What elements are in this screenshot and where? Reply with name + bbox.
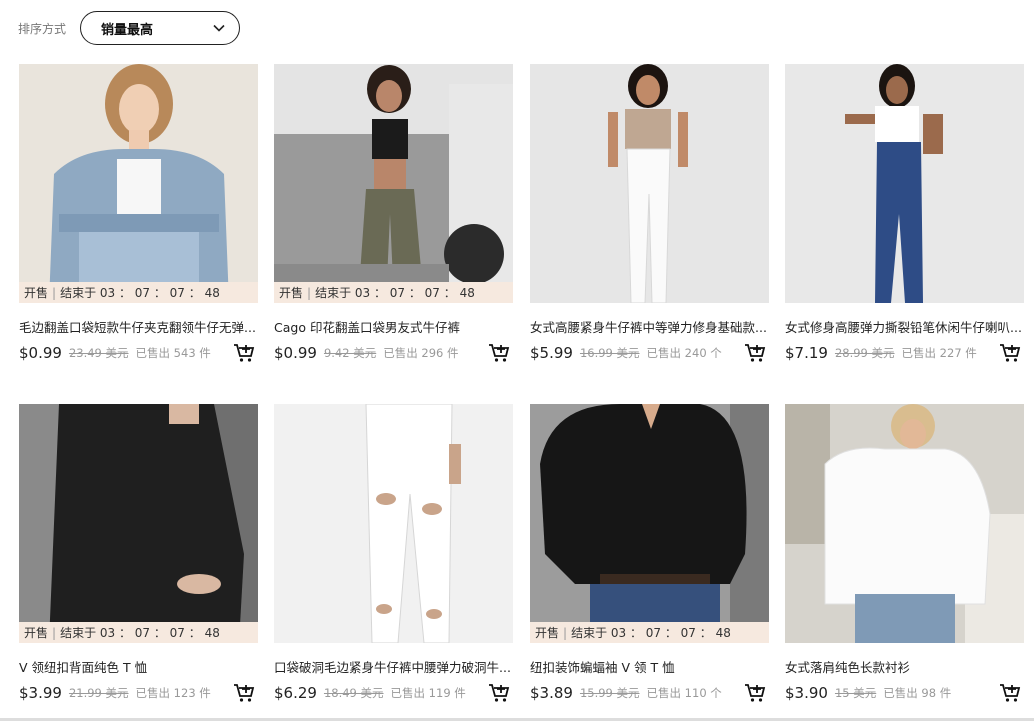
sort-value: 销量最高 <box>101 22 154 38</box>
sold-count: 已售出 296 件 <box>383 346 459 360</box>
product-card[interactable]: 女式修身高腰弹力撕裂铅笔休闲牛仔喇叭... $7.19 28.99 美元 已售出… <box>785 64 1024 364</box>
sold-count: 已售出 110 个 <box>646 686 722 700</box>
sale-price: $3.99 <box>19 684 62 702</box>
product-title[interactable]: 毛边翻盖口袋短款牛仔夹克翻领牛仔无弹... <box>19 317 258 336</box>
product-image-cargo-jeans[interactable]: 开售 | 结束于 03 ： 07 ： 07 ： 48 <box>274 64 513 303</box>
original-price: 23.49 美元 <box>68 346 129 360</box>
sort-bar: 排序方式 销量最高 <box>18 10 241 46</box>
product-card[interactable]: 开售 | 结束于 03 ： 07 ： 07 ： 48 V 领纽扣背面纯色 T 恤… <box>19 404 258 704</box>
product-title[interactable]: 女式高腰紧身牛仔裤中等弹力修身基础款... <box>530 317 769 336</box>
product-card[interactable]: 开售 | 结束于 03 ： 07 ： 07 ： 48 毛边翻盖口袋短款牛仔夹克翻… <box>19 64 258 364</box>
sale-price: $0.99 <box>274 344 317 362</box>
flash-sale-timer: 开售 | 结束于 03 ： 07 ： 07 ： 48 <box>19 282 258 303</box>
add-to-cart-icon[interactable] <box>999 342 1021 364</box>
product-title[interactable]: 纽扣装饰蝙蝠袖 V 领 T 恤 <box>530 657 769 676</box>
timer-countdown: 结束于 03 ： 07 ： 07 ： 48 <box>60 286 220 300</box>
add-to-cart-icon[interactable] <box>744 682 766 704</box>
timer-countdown: 结束于 03 ： 07 ： 07 ： 48 <box>60 626 220 640</box>
product-image-white-skinny-jeans[interactable] <box>530 64 769 303</box>
original-price: 18.49 美元 <box>323 686 384 700</box>
sale-price: $3.89 <box>530 684 573 702</box>
product-image-white-shirt[interactable] <box>785 404 1024 643</box>
sold-count: 已售出 543 件 <box>135 346 211 360</box>
price-row: $7.19 28.99 美元 已售出 227 件 <box>785 342 1024 364</box>
add-to-cart-icon[interactable] <box>999 682 1021 704</box>
product-image-denim-jacket[interactable]: 开售 | 结束于 03 ： 07 ： 07 ： 48 <box>19 64 258 303</box>
original-price: 9.42 美元 <box>323 346 377 360</box>
timer-separator: | <box>563 625 568 640</box>
sold-count: 已售出 123 件 <box>135 686 211 700</box>
sale-price: $6.29 <box>274 684 317 702</box>
flash-sale-label: 开售 <box>24 286 49 300</box>
product-image-black-tee[interactable]: 开售 | 结束于 03 ： 07 ： 07 ： 48 <box>19 404 258 643</box>
sale-price: $5.99 <box>530 344 573 362</box>
original-price: 15.99 美元 <box>579 686 640 700</box>
flash-sale-timer: 开售 | 结束于 03 ： 07 ： 07 ： 48 <box>274 282 513 303</box>
timer-countdown: 结束于 03 ： 07 ： 07 ： 48 <box>571 626 731 640</box>
product-title[interactable]: Cago 印花翻盖口袋男友式牛仔裤 <box>274 317 513 336</box>
price-row: $3.90 15 美元 已售出 98 件 <box>785 682 1024 704</box>
sort-label: 排序方式 <box>18 21 67 36</box>
sale-price: $7.19 <box>785 344 828 362</box>
timer-separator: | <box>307 285 312 300</box>
product-card[interactable]: 开售 | 结束于 03 ： 07 ： 07 ： 48 Cago 印花翻盖口袋男友… <box>274 64 513 364</box>
product-title[interactable]: 女式落肩纯色长款衬衫 <box>785 657 1024 676</box>
timer-separator: | <box>52 625 57 640</box>
original-price: 28.99 美元 <box>834 346 895 360</box>
product-image-batwing-tee[interactable]: 开售 | 结束于 03 ： 07 ： 07 ： 48 <box>530 404 769 643</box>
product-image-ripped-white-jeans[interactable] <box>274 404 513 643</box>
product-card[interactable]: 女式落肩纯色长款衬衫 $3.90 15 美元 已售出 98 件 <box>785 404 1024 704</box>
chevron-down-icon <box>213 24 225 32</box>
sold-count: 已售出 227 件 <box>901 346 977 360</box>
product-title[interactable]: 女式修身高腰弹力撕裂铅笔休闲牛仔喇叭... <box>785 317 1024 336</box>
add-to-cart-icon[interactable] <box>488 342 510 364</box>
flash-sale-label: 开售 <box>535 626 560 640</box>
product-image-flare-jeans[interactable] <box>785 64 1024 303</box>
sold-count: 已售出 98 件 <box>883 686 952 700</box>
original-price: 15 美元 <box>834 686 877 700</box>
timer-separator: | <box>52 285 57 300</box>
add-to-cart-icon[interactable] <box>233 682 255 704</box>
sale-price: $0.99 <box>19 344 62 362</box>
price-row: $0.99 9.42 美元 已售出 296 件 <box>274 342 513 364</box>
flash-sale-timer: 开售 | 结束于 03 ： 07 ： 07 ： 48 <box>19 622 258 643</box>
price-row: $6.29 18.49 美元 已售出 119 件 <box>274 682 513 704</box>
product-card[interactable]: 口袋破洞毛边紧身牛仔裤中腰弹力破洞牛... $6.29 18.49 美元 已售出… <box>274 404 513 704</box>
flash-sale-label: 开售 <box>24 626 49 640</box>
sold-count: 已售出 240 个 <box>646 346 722 360</box>
sale-price: $3.90 <box>785 684 828 702</box>
sold-count: 已售出 119 件 <box>390 686 466 700</box>
original-price: 21.99 美元 <box>68 686 129 700</box>
price-row: $3.89 15.99 美元 已售出 110 个 <box>530 682 769 704</box>
product-title[interactable]: 口袋破洞毛边紧身牛仔裤中腰弹力破洞牛... <box>274 657 513 676</box>
product-card[interactable]: 开售 | 结束于 03 ： 07 ： 07 ： 48 纽扣装饰蝙蝠袖 V 领 T… <box>530 404 769 704</box>
price-row: $0.99 23.49 美元 已售出 543 件 <box>19 342 258 364</box>
sort-dropdown[interactable]: 销量最高 <box>80 11 241 45</box>
product-title[interactable]: V 领纽扣背面纯色 T 恤 <box>19 657 258 676</box>
flash-sale-label: 开售 <box>279 286 304 300</box>
add-to-cart-icon[interactable] <box>744 342 766 364</box>
price-row: $3.99 21.99 美元 已售出 123 件 <box>19 682 258 704</box>
product-card[interactable]: 女式高腰紧身牛仔裤中等弹力修身基础款... $5.99 16.99 美元 已售出… <box>530 64 769 364</box>
add-to-cart-icon[interactable] <box>233 342 255 364</box>
timer-countdown: 结束于 03 ： 07 ： 07 ： 48 <box>315 286 475 300</box>
original-price: 16.99 美元 <box>579 346 640 360</box>
flash-sale-timer: 开售 | 结束于 03 ： 07 ： 07 ： 48 <box>530 622 769 643</box>
price-row: $5.99 16.99 美元 已售出 240 个 <box>530 342 769 364</box>
add-to-cart-icon[interactable] <box>488 682 510 704</box>
